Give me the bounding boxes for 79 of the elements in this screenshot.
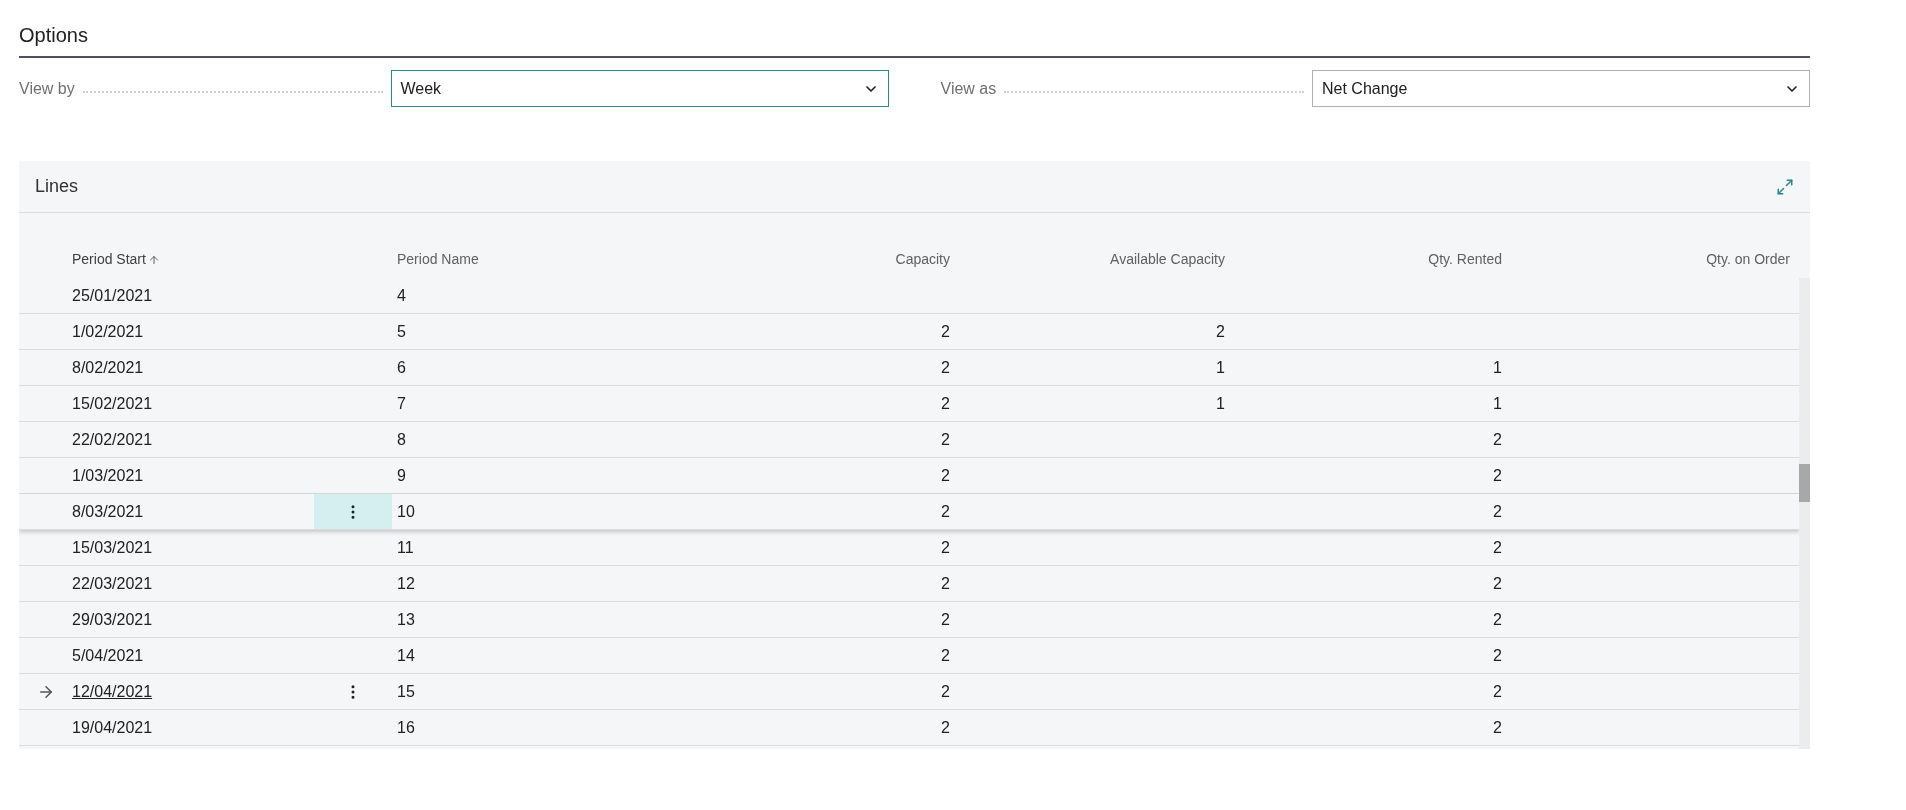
table-cell-text: 1 bbox=[1493, 357, 1502, 378]
table-cell: 8/03/2021 bbox=[72, 502, 144, 520]
table-row[interactable]: 1/02/2021 5 2 2 bbox=[19, 314, 1799, 350]
table-row[interactable]: 15/02/2021 7 2 1 1 bbox=[19, 386, 1799, 422]
table-cell: 15/02/2021 bbox=[72, 394, 153, 412]
table-cell-text: 1 bbox=[1216, 357, 1225, 378]
table-cell: 22/02/2021 bbox=[72, 430, 153, 448]
table-cell: 16 bbox=[397, 718, 415, 736]
table-cell-text: 2 bbox=[941, 429, 950, 450]
table-cell-text: 2 bbox=[941, 393, 950, 414]
column-header[interactable]: Qty. Rented bbox=[1428, 249, 1502, 270]
table-row[interactable]: 29/03/2021 13 2 2 bbox=[19, 602, 1799, 638]
table-cell-text: 2 bbox=[941, 609, 950, 630]
dropdown-field[interactable]: Net Change bbox=[1312, 70, 1810, 107]
table-cell-text: 2 bbox=[1493, 537, 1502, 558]
table-cell: 29/03/2021 bbox=[72, 610, 153, 628]
table-cell-text: 2 bbox=[1493, 717, 1502, 738]
table-cell: 19/04/2021 bbox=[72, 718, 153, 736]
section-title: Options bbox=[19, 20, 1810, 58]
table-cell-text: 2 bbox=[941, 537, 950, 558]
table-cell: 1/03/2021 bbox=[72, 466, 144, 484]
table-cell-text: 2 bbox=[941, 645, 950, 666]
table-cell: 6 bbox=[397, 358, 406, 376]
table-row[interactable]: 25/01/2021 4 bbox=[19, 278, 1799, 314]
table-cell-text: 1 bbox=[1493, 393, 1502, 414]
table-cell-text: 2 bbox=[941, 357, 950, 378]
field-label: View as bbox=[940, 78, 997, 99]
table-row[interactable]: 12/04/2021 15 2 2 bbox=[19, 674, 1799, 710]
table-cell: 15/03/2021 bbox=[72, 538, 153, 556]
table-row[interactable]: 8/03/2021 10 2 2 bbox=[19, 494, 1799, 530]
table-row[interactable]: 19/04/2021 16 2 2 bbox=[19, 710, 1799, 746]
table-cell[interactable]: 12/04/2021 bbox=[72, 682, 153, 700]
field-label: View by bbox=[19, 78, 75, 99]
table-cell: 10 bbox=[397, 502, 415, 520]
column-header[interactable]: Capacity bbox=[895, 249, 950, 270]
column-header[interactable]: Qty. on Order bbox=[1706, 249, 1790, 270]
table-cell: 9 bbox=[397, 466, 406, 484]
column-header[interactable]: Available Capacity bbox=[1110, 249, 1225, 270]
table-cell-text: 2 bbox=[1493, 609, 1502, 630]
table-cell-text: 2 bbox=[1493, 465, 1502, 486]
scrollbar-thumb[interactable] bbox=[1799, 464, 1810, 502]
table-cell: 1/02/2021 bbox=[72, 322, 144, 340]
table-cell-text: 2 bbox=[1493, 501, 1502, 522]
table-cell: 4 bbox=[397, 286, 406, 304]
table-cell-text: 2 bbox=[1216, 321, 1225, 342]
table-cell-text: 2 bbox=[941, 321, 950, 342]
table-cell-text: 1 bbox=[1216, 393, 1225, 414]
table-cell: 5/04/2021 bbox=[72, 646, 144, 664]
table-cell-text: 2 bbox=[941, 501, 950, 522]
expand-icon[interactable] bbox=[1776, 177, 1794, 196]
table-cell-text: 2 bbox=[1493, 645, 1502, 666]
table-row[interactable]: 5/04/2021 14 2 2 bbox=[19, 638, 1799, 674]
table-cell-text: 2 bbox=[941, 717, 950, 738]
table-cell-text: 2 bbox=[1493, 681, 1502, 702]
dropdown-field[interactable]: Week bbox=[390, 70, 889, 107]
table-cell: 14 bbox=[397, 646, 415, 664]
table-row[interactable]: 15/03/2021 11 2 2 bbox=[19, 530, 1799, 566]
table-cell: 25/01/2021 bbox=[72, 286, 153, 304]
table-cell-text: 2 bbox=[941, 465, 950, 486]
sort-arrow-icon bbox=[147, 253, 160, 266]
panel-title: Lines bbox=[35, 175, 79, 198]
table-row[interactable]: 22/03/2021 12 2 2 bbox=[19, 566, 1799, 602]
table-cell: 11 bbox=[397, 538, 414, 556]
table-cell: 15 bbox=[397, 682, 415, 700]
table-row[interactable]: 8/02/2021 6 2 1 1 bbox=[19, 350, 1799, 386]
table-cell: 7 bbox=[397, 394, 406, 412]
table-row[interactable]: 22/02/2021 8 2 2 bbox=[19, 422, 1799, 458]
table-cell: 5 bbox=[397, 322, 406, 340]
column-header[interactable]: Period Name bbox=[397, 251, 479, 267]
table-cell: 8/02/2021 bbox=[72, 358, 144, 376]
table-cell-text: 2 bbox=[941, 573, 950, 594]
table-cell-text: 2 bbox=[1493, 573, 1502, 594]
table-cell: 12 bbox=[397, 574, 415, 592]
table-cell: 13 bbox=[397, 610, 415, 628]
table-cell-text: 2 bbox=[1493, 429, 1502, 450]
table-cell: 22/03/2021 bbox=[72, 574, 153, 592]
table-cell: 8 bbox=[397, 430, 406, 448]
column-header[interactable]: Period Start bbox=[72, 249, 146, 270]
table-cell-text: 2 bbox=[941, 681, 950, 702]
